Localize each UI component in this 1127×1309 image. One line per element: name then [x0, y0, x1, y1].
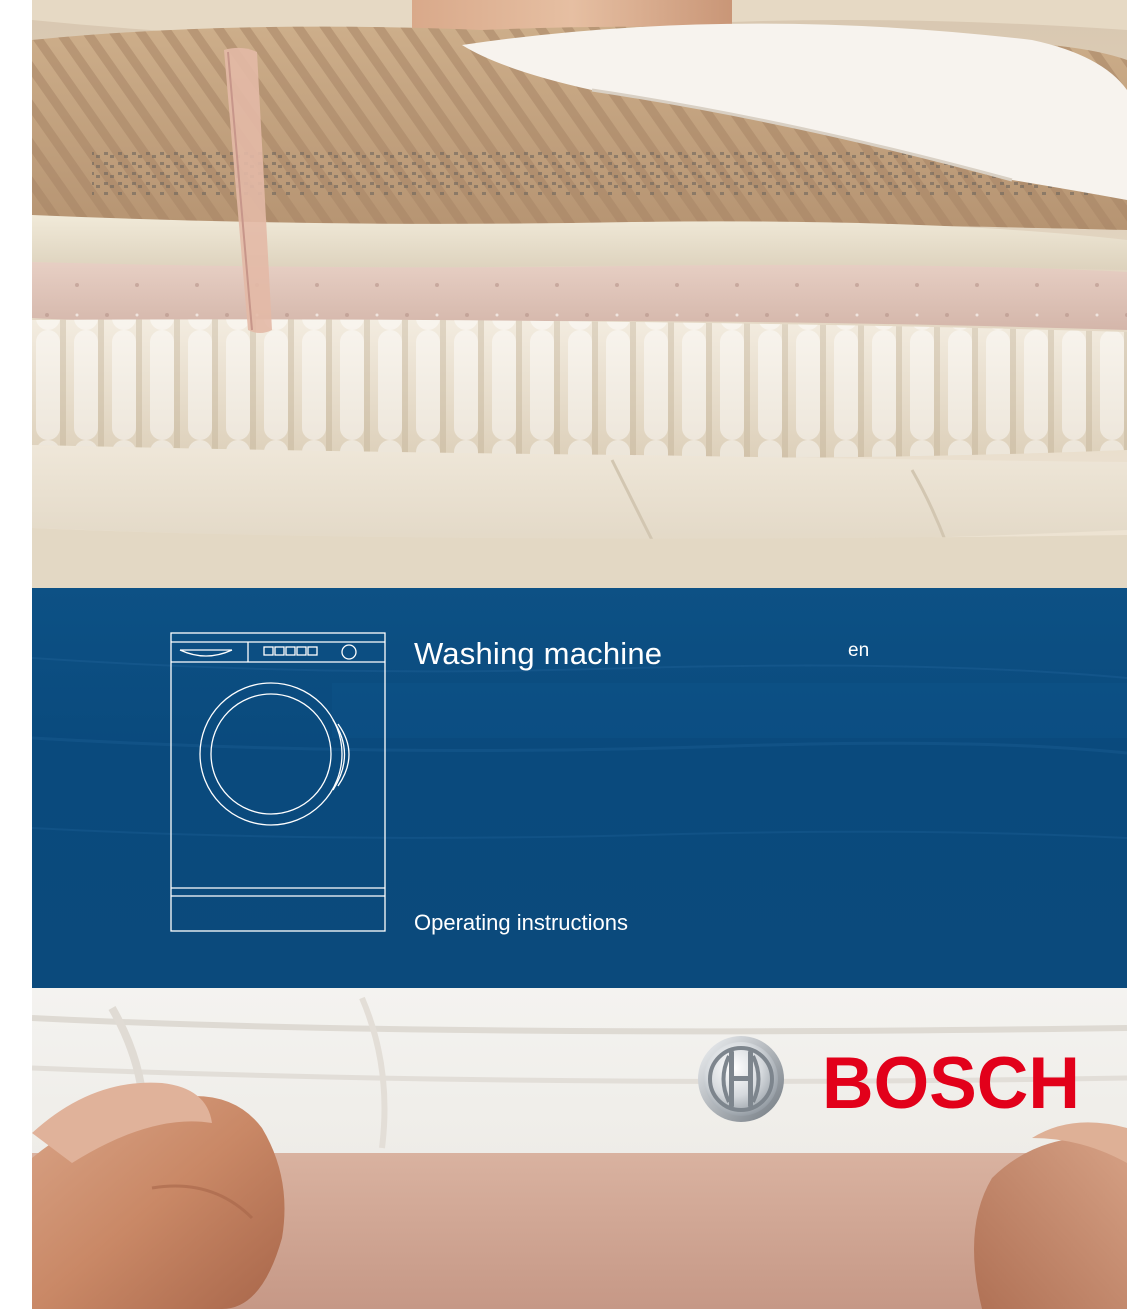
document-type: Operating instructions	[414, 910, 628, 935]
product-title: Washing machine	[414, 636, 663, 671]
bosch-wordmark: BOSCH	[822, 1043, 1080, 1122]
top-photo-folded-linens	[32, 0, 1127, 588]
language-code: en	[848, 640, 870, 661]
washing-machine-line-drawing	[170, 632, 386, 932]
bosch-wordmark-text: BOSCH	[822, 1043, 1080, 1122]
left-margin	[0, 0, 32, 1309]
title-band: Washing machine en Operating instruction…	[32, 588, 1127, 988]
bosch-armature-emblem-icon	[698, 1036, 784, 1122]
bosch-logo: BOSCH	[696, 1034, 1086, 1124]
manual-cover: Washing machine en Operating instruction…	[0, 0, 1127, 1309]
